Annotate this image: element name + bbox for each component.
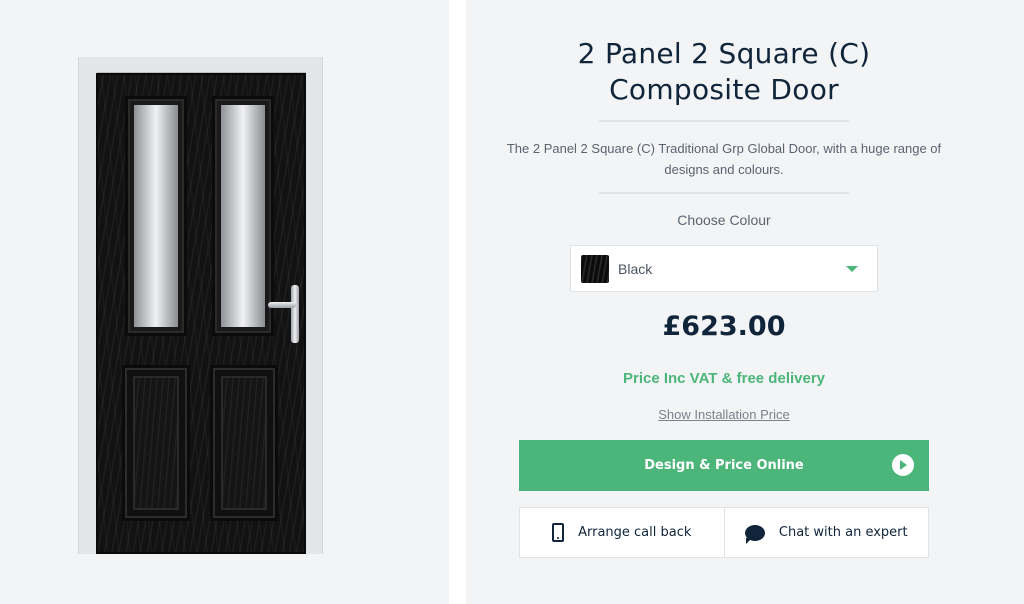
door-handle-plate <box>291 285 299 343</box>
choose-colour-label: Choose Colour <box>677 212 771 228</box>
arrange-call-back-label: Arrange call back <box>578 525 692 540</box>
door-glass-left <box>134 105 178 327</box>
colour-select[interactable]: Black <box>570 245 878 292</box>
product-title-line2: Composite Door <box>609 73 839 106</box>
door-image <box>96 73 306 554</box>
divider-bottom <box>599 192 849 194</box>
chat-bubble-icon <box>744 524 765 544</box>
chat-with-expert-label: Chat with an expert <box>778 525 908 540</box>
play-circle-icon <box>892 454 914 476</box>
phone-icon <box>552 523 565 542</box>
arrange-call-back-button[interactable]: Arrange call back <box>520 508 724 557</box>
colour-swatch <box>581 254 609 283</box>
colour-select-value: Black <box>618 260 653 277</box>
door-glass-right <box>221 105 265 327</box>
product-details-panel: 2 Panel 2 Square (C) Composite Door The … <box>466 0 1024 604</box>
product-description: The 2 Panel 2 Square (C) Traditional Grp… <box>506 141 942 177</box>
product-image-panel <box>0 0 449 604</box>
show-installation-price-link[interactable]: Show Installation Price <box>466 407 982 422</box>
product-title: 2 Panel 2 Square (C) Composite Door <box>466 36 982 108</box>
door-handle-lever <box>268 302 296 308</box>
design-price-online-button[interactable]: Design & Price Online <box>519 440 929 491</box>
product-title-line1: 2 Panel 2 Square (C) <box>577 37 871 70</box>
divider-top <box>599 120 849 122</box>
chevron-down-icon <box>846 266 858 272</box>
contact-actions: Arrange call back Chat with an expert <box>519 507 929 558</box>
chat-with-expert-button[interactable]: Chat with an expert <box>723 508 929 557</box>
door-panel-right <box>215 370 273 516</box>
design-price-online-label: Design & Price Online <box>644 458 804 473</box>
product-price: £623.00 <box>662 311 786 342</box>
price-note: Price Inc VAT & free delivery <box>622 370 826 387</box>
door-panel-left <box>127 370 185 516</box>
